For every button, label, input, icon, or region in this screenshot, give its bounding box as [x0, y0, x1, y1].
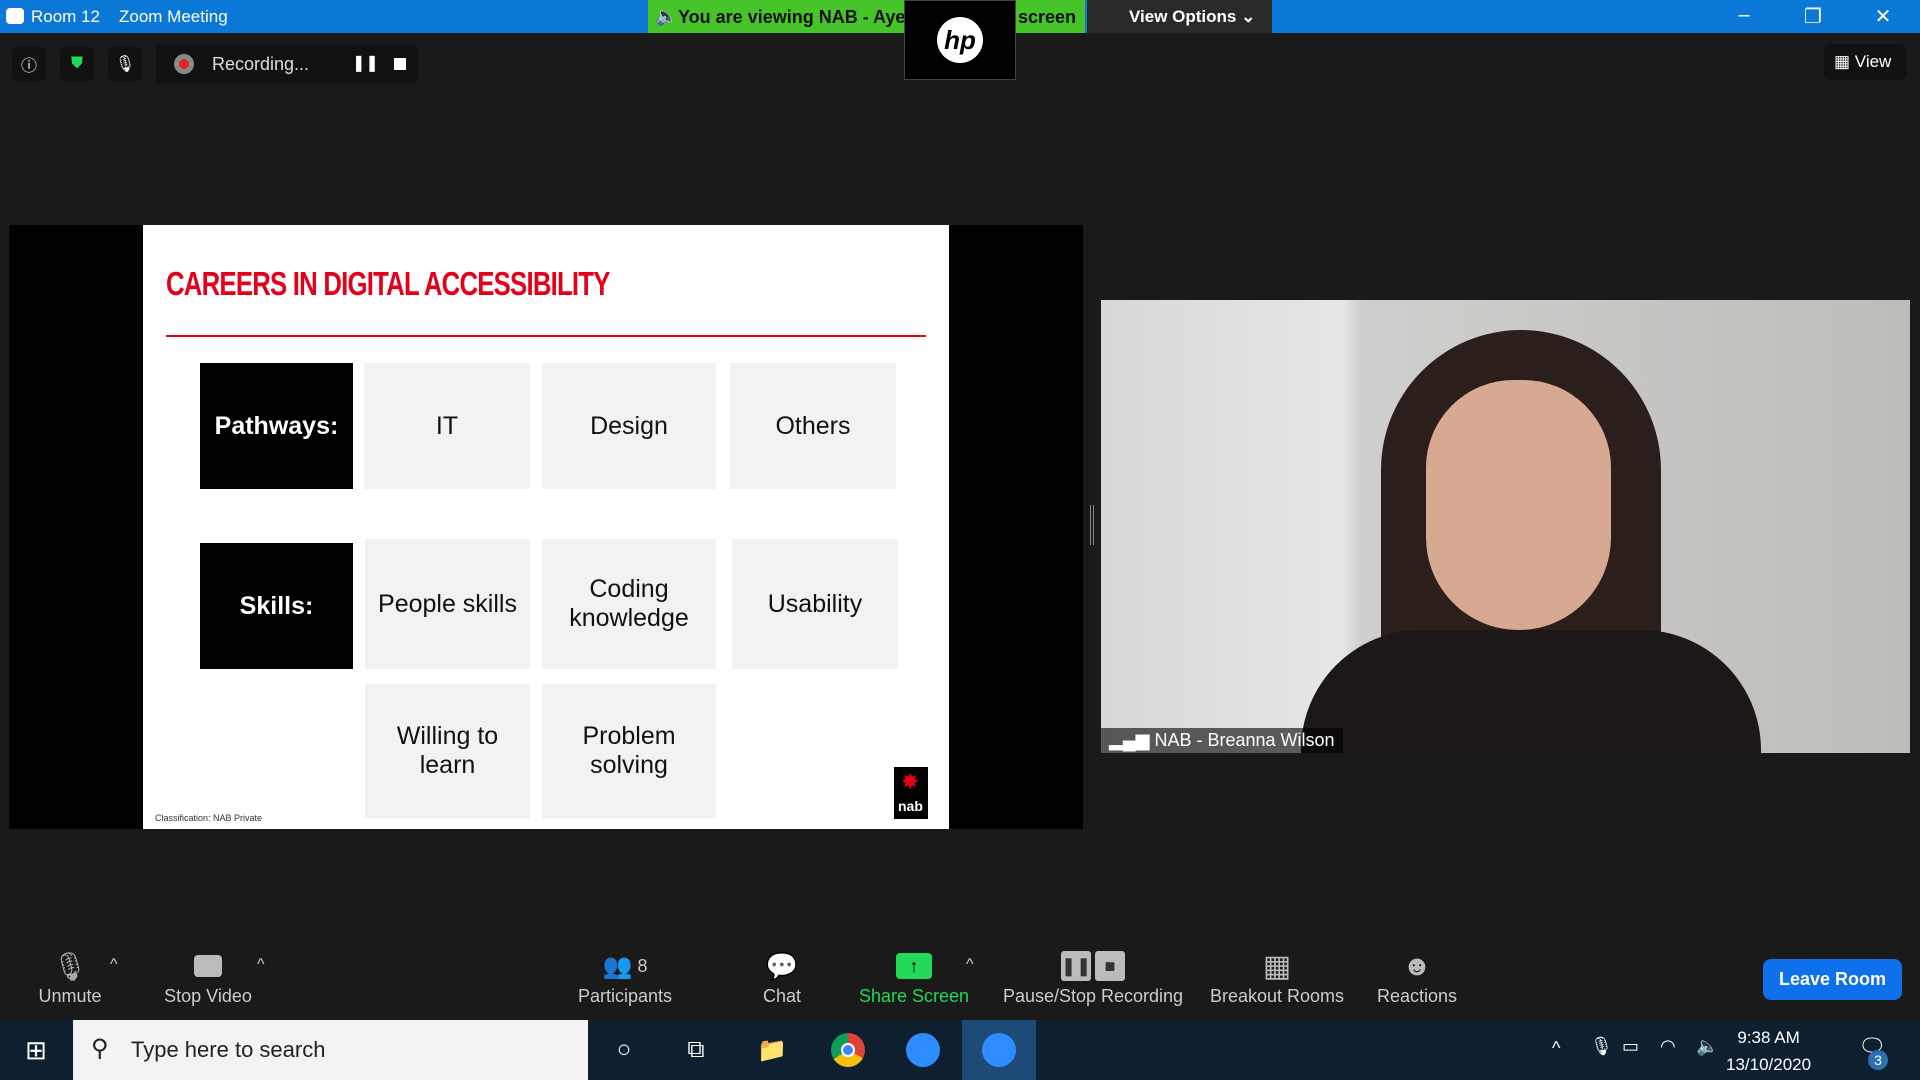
audio-options-chevron[interactable]: ^: [110, 956, 118, 974]
chat-icon: 💬: [765, 950, 799, 981]
view-label: View: [1854, 52, 1892, 71]
chat-label: Chat: [762, 986, 802, 1006]
microphone-tray-icon[interactable]: 🎙: [1590, 1036, 1613, 1057]
nab-logo: ✸ nab: [894, 767, 928, 819]
volume-icon[interactable]: 🔈: [1696, 1036, 1718, 1057]
stop-video-button[interactable]: Stop Video: [158, 946, 258, 1007]
participants-icon-row: 👥 8: [570, 946, 680, 986]
notification-badge: 3: [1868, 1050, 1888, 1070]
chat-button[interactable]: 💬 Chat: [742, 946, 822, 1007]
grid-icon: ▦: [1834, 52, 1851, 71]
participant-name: NAB - Breanna Wilson: [1154, 730, 1335, 750]
search-icon: ⚲: [91, 1035, 109, 1062]
cortana-icon[interactable]: ○: [593, 1020, 655, 1080]
slide-title: CAREERS IN DIGITAL ACCESSIBILITY: [166, 265, 610, 302]
skill-box: Coding knowledge: [542, 539, 716, 669]
viewing-banner: 🔈 You are viewing NAB - Aye screen: [648, 0, 1085, 33]
zoom-taskbar-icon[interactable]: [892, 1020, 954, 1080]
participant-video: [1101, 300, 1910, 753]
wifi-icon[interactable]: ◠: [1660, 1036, 1676, 1057]
skill-box: Problem solving: [542, 684, 716, 818]
battery-icon[interactable]: ▭: [1622, 1036, 1639, 1057]
skill-box: People skills: [365, 539, 530, 669]
pathway-box: Design: [542, 363, 716, 489]
pause-stop-label: Pause/Stop Recording: [1002, 986, 1184, 1006]
viewing-text: You are viewing NAB - Aye: [678, 7, 906, 27]
pathway-box: IT: [364, 363, 530, 489]
reactions-icon: ☻: [1402, 950, 1432, 981]
show-hidden-icons[interactable]: ^: [1552, 1038, 1560, 1059]
breakout-rooms-icon: ▦: [1262, 949, 1292, 983]
title-rule: [166, 335, 926, 337]
leave-room-button[interactable]: Leave Room: [1763, 959, 1902, 1000]
restore-button[interactable]: ❐: [1793, 4, 1833, 29]
shield-icon[interactable]: ⛊: [60, 47, 94, 81]
stop-video-label: Stop Video: [164, 986, 252, 1006]
pathways-label: Pathways:: [200, 363, 353, 489]
nab-logo-text: nab: [898, 798, 923, 814]
taskbar-search-input[interactable]: ⚲ Type here to search: [73, 1020, 588, 1080]
nab-star-icon: ✸: [901, 769, 920, 794]
view-options-label: View Options: [1129, 7, 1237, 26]
clock-date: 13/10/2020: [1726, 1055, 1812, 1074]
reactions-label: Reactions: [1376, 986, 1458, 1006]
breakout-rooms-label: Breakout Rooms: [1209, 986, 1345, 1006]
room-name: Room 12: [31, 7, 100, 26]
participant-name-tag: ▂▄▆ NAB - Breanna Wilson: [1101, 728, 1343, 753]
skill-box: Usability: [732, 539, 898, 669]
task-view-icon[interactable]: ⧉: [665, 1020, 727, 1080]
share-screen-icon: ↑: [858, 946, 970, 986]
minimize-button[interactable]: –: [1724, 4, 1764, 27]
pathway-box: Others: [730, 363, 896, 489]
speaker-icon: 🔈: [655, 6, 678, 26]
search-placeholder: Type here to search: [131, 1037, 326, 1062]
microphone-status-icon[interactable]: 🎙: [108, 47, 142, 81]
chrome-icon[interactable]: [817, 1020, 879, 1080]
recording-label: Recording...: [212, 54, 310, 74]
zoom-meeting-taskbar-icon[interactable]: [962, 1020, 1036, 1080]
zoom-app-icon: [6, 8, 24, 24]
file-explorer-icon[interactable]: 📁: [741, 1020, 803, 1080]
video-camera-icon: [158, 946, 258, 986]
hp-logo: hp: [937, 17, 983, 63]
unmute-label: Unmute: [38, 986, 102, 1006]
classification-label: Classification: NAB Private: [155, 813, 263, 823]
clock-time: 9:38 AM: [1737, 1028, 1800, 1047]
hp-logo-overlay: hp: [904, 0, 1016, 80]
signal-icon: ▂▄▆: [1109, 730, 1150, 750]
pause-recording-button[interactable]: ❚❚: [352, 53, 379, 73]
participants-count: 8: [637, 955, 648, 976]
panel-resize-handle[interactable]: [1090, 505, 1094, 545]
breakout-rooms-button[interactable]: ▦ Breakout Rooms: [1206, 946, 1348, 1007]
face: [1426, 380, 1611, 630]
unmute-button[interactable]: 🎙 Unmute: [30, 946, 110, 1007]
participants-button[interactable]: 👥 8 Participants: [570, 946, 680, 1007]
pause-stop-icon: ❚❚ ■: [1000, 946, 1186, 986]
participants-label: Participants: [577, 986, 673, 1006]
share-screen-button[interactable]: ↑ Share Screen: [858, 946, 970, 1007]
participants-icon: 👥: [602, 952, 633, 980]
window-title: Zoom Meeting: [119, 7, 228, 26]
info-icon[interactable]: ⓘ: [12, 47, 46, 81]
windows-start-icon[interactable]: ⊞: [5, 1020, 67, 1080]
reactions-button[interactable]: ☻ Reactions: [1374, 946, 1460, 1007]
skills-label: Skills:: [200, 543, 353, 669]
chevron-down-icon: ⌄: [1241, 7, 1256, 26]
close-button[interactable]: ✕: [1863, 4, 1903, 29]
stop-recording-button[interactable]: [394, 58, 406, 70]
share-options-chevron[interactable]: ^: [966, 956, 974, 974]
record-icon: [174, 54, 194, 74]
video-options-chevron[interactable]: ^: [257, 956, 265, 974]
muted-microphone-icon: 🎙: [52, 950, 88, 982]
view-button[interactable]: ▦ View: [1824, 44, 1906, 80]
skill-box: Willing to learn: [365, 684, 530, 818]
share-screen-label: Share Screen: [858, 986, 970, 1006]
shirt: [1301, 630, 1761, 753]
pause-stop-recording-button[interactable]: ❚❚ ■ Pause/Stop Recording: [1000, 946, 1186, 1007]
recording-indicator: Recording... ❚❚: [156, 45, 418, 83]
presentation-slide: CAREERS IN DIGITAL ACCESSIBILITY Pathway…: [143, 225, 949, 829]
viewing-text-tail: screen: [1018, 7, 1077, 27]
view-options-button[interactable]: View Options ⌄: [1087, 0, 1272, 33]
taskbar-clock[interactable]: 9:38 AM 13/10/2020: [1726, 1024, 1811, 1078]
